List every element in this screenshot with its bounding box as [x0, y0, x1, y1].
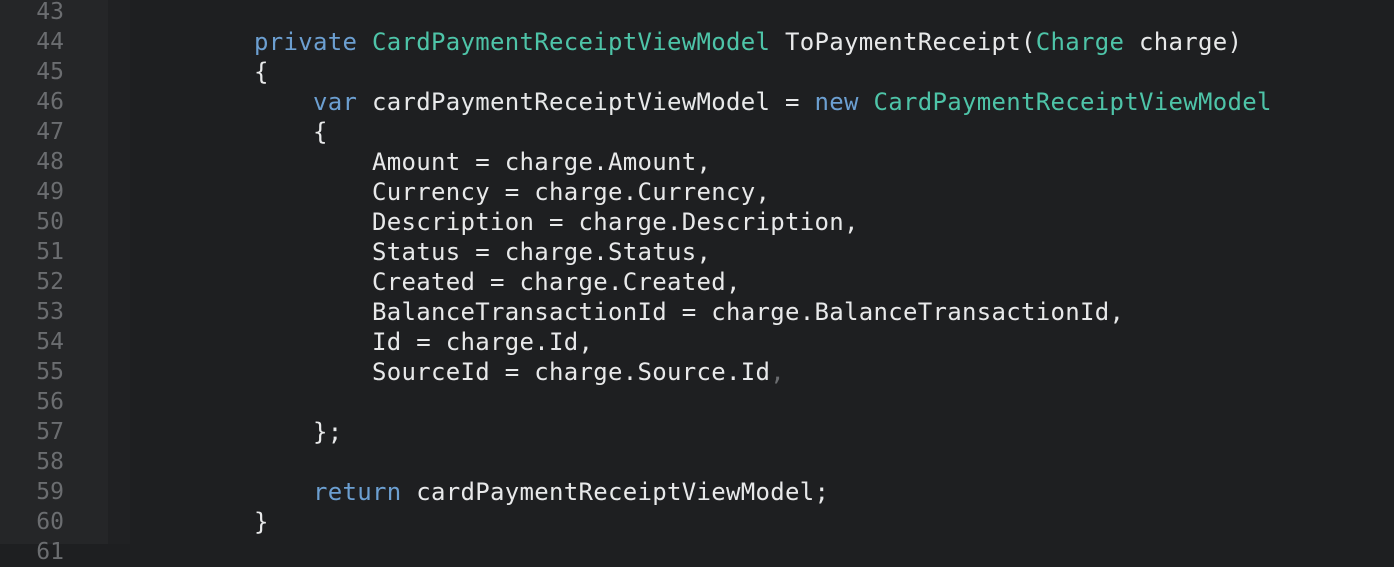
code-line[interactable]: 43 — [0, 0, 1394, 27]
code-text: { — [254, 117, 328, 147]
code-line[interactable]: 56 — [0, 387, 1394, 417]
type-token: CardPaymentReceiptViewModel — [873, 88, 1272, 116]
line-number: 51 — [36, 239, 64, 265]
code-line[interactable]: 44 private CardPaymentReceiptViewModel To… — [0, 27, 1394, 57]
code-line[interactable]: 61 — [0, 537, 1394, 567]
line-number: 56 — [36, 389, 64, 415]
code-text: SourceId = charge.Source.Id, — [254, 357, 785, 387]
type-token: Charge — [1035, 28, 1125, 56]
code-text: }; — [254, 417, 343, 447]
code-token: { — [254, 118, 328, 146]
code-token: Status = charge.Status, — [254, 238, 712, 266]
line-number: 58 — [36, 449, 64, 475]
code-text: { — [254, 57, 269, 87]
code-token: { — [254, 58, 269, 86]
line-number: 54 — [36, 329, 64, 355]
code-line[interactable]: 51 Status = charge.Status, — [0, 237, 1394, 267]
line-number: 57 — [36, 419, 64, 445]
code-lines: 43 44 private CardPaymentReceiptViewModel … — [0, 0, 1394, 567]
code-text: Currency = charge.Currency, — [254, 177, 770, 207]
line-number: 53 — [36, 299, 64, 325]
code-text: Id = charge.Id, — [254, 327, 593, 357]
code-token: cardPaymentReceiptViewModel = — [357, 88, 815, 116]
code-line[interactable]: 52 Created = charge.Created, — [0, 267, 1394, 297]
keyword-token: private — [254, 28, 358, 56]
line-number: 45 — [36, 59, 64, 85]
line-number: 48 — [36, 149, 64, 175]
code-token: Id = charge.Id, — [254, 328, 594, 356]
code-text: return cardPaymentReceiptViewModel; — [254, 477, 829, 507]
code-token: Amount = charge.Amount, — [254, 148, 712, 176]
line-number: 47 — [36, 119, 64, 145]
line-number: 61 — [36, 539, 64, 565]
line-number: 59 — [36, 479, 64, 505]
code-token: }; — [254, 418, 343, 446]
line-number: 46 — [36, 89, 64, 115]
code-line[interactable]: 48 Amount = charge.Amount, — [0, 147, 1394, 177]
code-text: BalanceTransactionId = charge.BalanceTra… — [254, 297, 1124, 327]
code-text: Description = charge.Description, — [254, 207, 859, 237]
code-token: Created = charge.Created, — [254, 268, 741, 296]
code-text: Created = charge.Created, — [254, 267, 741, 297]
code-line[interactable]: 46 var cardPaymentReceiptViewModel = new… — [0, 87, 1394, 117]
code-text: private CardPaymentReceiptViewModel ToPa… — [254, 27, 1242, 57]
code-line[interactable]: 55 SourceId = charge.Source.Id, — [0, 357, 1394, 387]
code-line[interactable]: 45 { — [0, 57, 1394, 87]
code-token: ToPaymentReceipt( — [770, 28, 1036, 56]
code-line[interactable]: 58 — [0, 447, 1394, 477]
line-number: 44 — [36, 29, 64, 55]
code-line[interactable]: 47 { — [0, 117, 1394, 147]
code-text: Status = charge.Status, — [254, 237, 711, 267]
line-number: 50 — [36, 209, 64, 235]
keyword-token: return — [313, 478, 402, 506]
code-token: cardPaymentReceiptViewModel; — [401, 478, 830, 506]
type-token: CardPaymentReceiptViewModel — [372, 28, 771, 56]
line-number: 55 — [36, 359, 64, 385]
code-line[interactable]: 60} — [0, 507, 1394, 537]
code-token: Description = charge.Description, — [254, 208, 859, 236]
code-token: , — [770, 358, 785, 386]
code-token: SourceId = charge.Source.Id — [254, 358, 771, 386]
code-line[interactable]: 49 Currency = charge.Currency, — [0, 177, 1394, 207]
code-text: Amount = charge.Amount, — [254, 147, 711, 177]
code-text: var cardPaymentReceiptViewModel = new Ca… — [254, 87, 1272, 117]
code-token: } — [254, 508, 269, 536]
code-line[interactable]: 57 }; — [0, 417, 1394, 447]
code-text: } — [254, 507, 269, 537]
line-number: 52 — [36, 269, 64, 295]
keyword-token: var — [313, 88, 358, 116]
line-number: 43 — [36, 0, 64, 25]
code-token: BalanceTransactionId = charge.BalanceTra… — [254, 298, 1125, 326]
line-number: 49 — [36, 179, 64, 205]
code-line[interactable]: 53 BalanceTransactionId = charge.Balance… — [0, 297, 1394, 327]
code-token: Currency = charge.Currency, — [254, 178, 771, 206]
line-number: 60 — [36, 509, 64, 535]
code-line[interactable]: 54 Id = charge.Id, — [0, 327, 1394, 357]
keyword-token: new — [814, 88, 859, 116]
code-token: charge) — [1124, 28, 1243, 56]
code-line[interactable]: 59 return cardPaymentReceiptViewModel; — [0, 477, 1394, 507]
code-line[interactable]: 50 Description = charge.Description, — [0, 207, 1394, 237]
